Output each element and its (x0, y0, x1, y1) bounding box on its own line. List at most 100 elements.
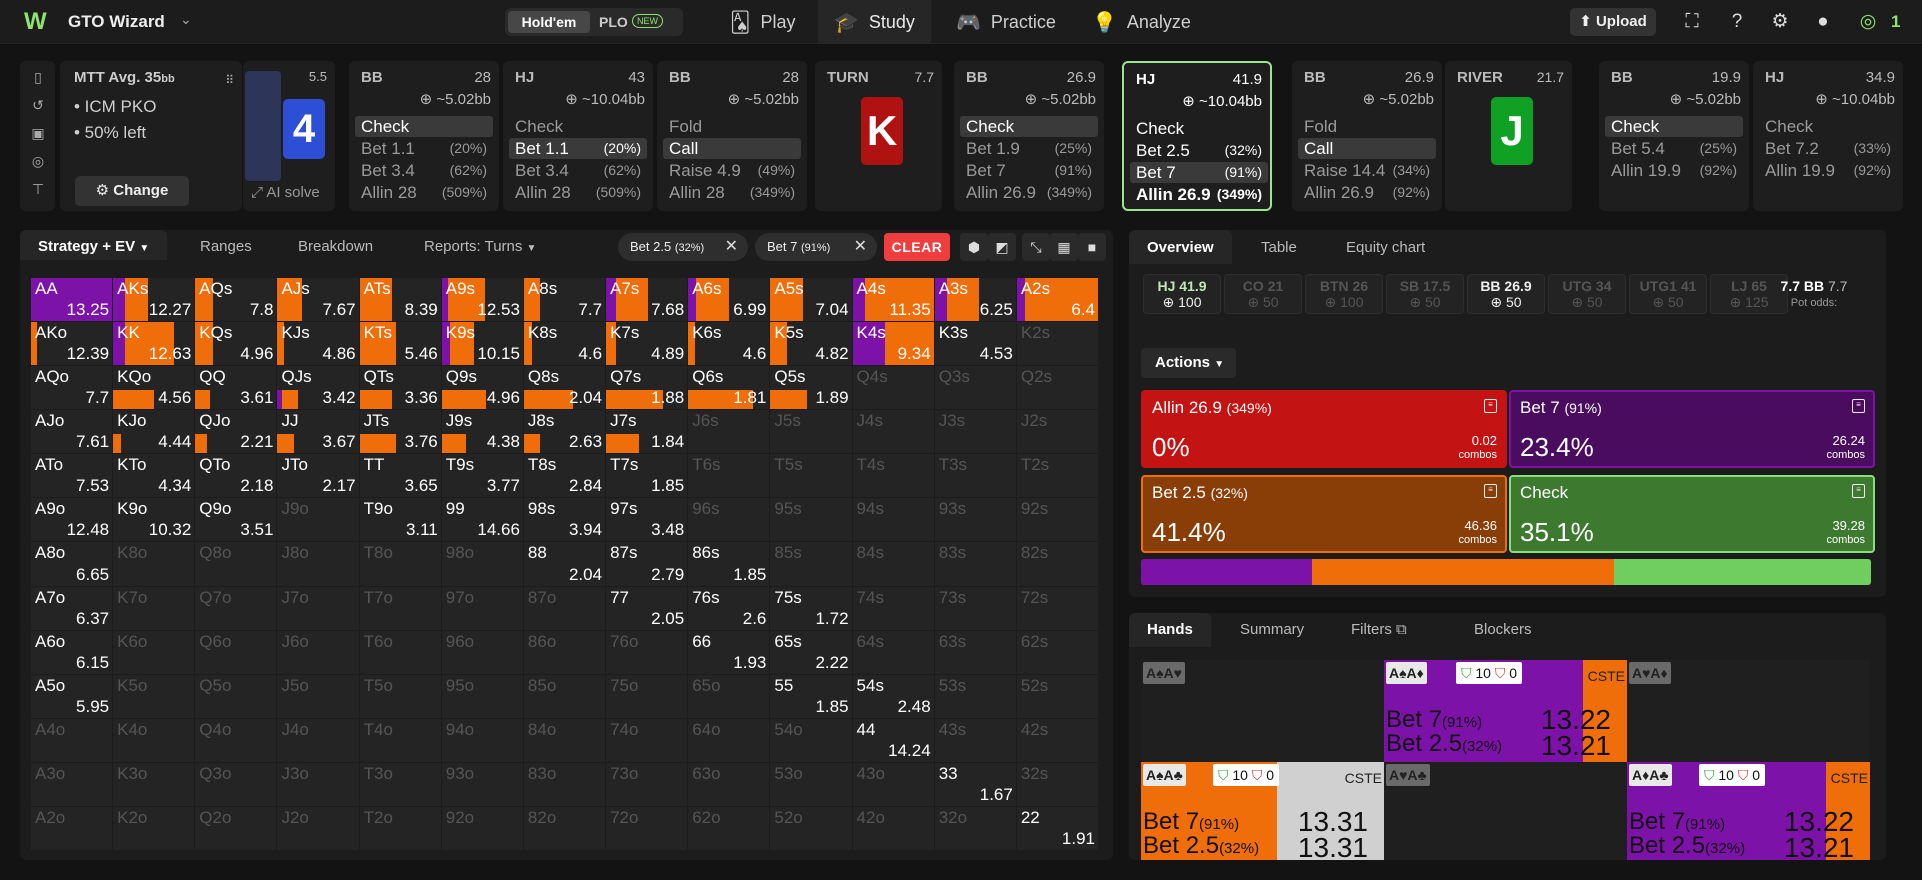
decision-node-bb[interactable]: BB 19.9 ⊕ ~5.02bb Check Bet 5.4 (25%) Allin 19… (1599, 61, 1749, 211)
node-action[interactable]: Check (355, 116, 493, 137)
notes-icon[interactable]: ≡ (1852, 399, 1865, 413)
node-action[interactable]: Check (1130, 118, 1268, 139)
range-cell-q9s[interactable]: Q9s 4.96 (441, 366, 523, 410)
gamepad-icon[interactable]: ◎ (28, 153, 48, 173)
range-cell-54s[interactable]: 54s 2.48 (852, 674, 934, 718)
range-cell-k6s[interactable]: K6s 4.6 (688, 322, 770, 366)
align-icon[interactable]: ⊤ (28, 181, 48, 201)
range-cell-k7s[interactable]: K7s 4.89 (606, 322, 688, 366)
player-seat[interactable]: SB 17.5 ⊕ 50 (1386, 274, 1464, 314)
decision-node-hj[interactable]: HJ 43 ⊕ ~10.04bb Check Bet 1.1 (20%) Bet 3.4 (6… (503, 61, 653, 211)
range-cell-66[interactable]: 66 1.93 (688, 630, 770, 674)
node-action[interactable]: Raise 4.9 (49%) (663, 160, 801, 181)
decision-node-bb[interactable]: BB 26.9 ⊕ ~5.02bb Fold Call Raise 14.4 (34%) Al… (1292, 61, 1442, 211)
range-cell-ato[interactable]: ATo 7.53 (31, 454, 113, 498)
range-cell-43s[interactable]: 43s (934, 718, 1016, 762)
range-cell-52s[interactable]: 52s (1016, 674, 1098, 718)
nav-practice[interactable]: 🎮 Practice (940, 0, 1072, 44)
range-cell-a3s[interactable]: A3s 6.25 (934, 278, 1016, 322)
range-cell-98s[interactable]: 98s 3.94 (523, 498, 606, 542)
wizard-coin-icon[interactable]: ◎ (1856, 10, 1880, 34)
range-cell-jto[interactable]: JTo 2.17 (277, 454, 359, 498)
tab-overview[interactable]: Overview (1129, 230, 1232, 264)
range-cell-j2o[interactable]: J2o (277, 806, 359, 850)
range-cell-a9o[interactable]: A9o 12.48 (31, 498, 113, 542)
range-cell-kqs[interactable]: KQs 4.96 (195, 322, 277, 366)
range-cell-aqo[interactable]: AQo 7.7 (31, 366, 113, 410)
range-cell-q6o[interactable]: Q6o (195, 630, 277, 674)
range-cell-t5o[interactable]: T5o (359, 674, 441, 718)
node-action[interactable]: Fold (663, 116, 801, 137)
range-cell-kts[interactable]: KTs 5.46 (359, 322, 441, 366)
node-action[interactable]: Bet 2.5 (32%) (1130, 140, 1268, 161)
range-cell-tt[interactable]: TT 3.65 (359, 454, 441, 498)
range-cell-jj[interactable]: JJ 3.67 (277, 410, 359, 454)
range-cell-85o[interactable]: 85o (523, 674, 606, 718)
range-cell-86s[interactable]: 86s 1.85 (688, 542, 770, 586)
range-cell-j6o[interactable]: J6o (277, 630, 359, 674)
player-seat[interactable]: BB 26.9 ⊕ 50 (1467, 274, 1545, 314)
player-seat[interactable]: UTG 34 ⊕ 50 (1548, 274, 1626, 314)
street-river[interactable]: RIVER 21.7 J (1445, 61, 1572, 211)
range-cell-75s[interactable]: 75s 1.72 (770, 586, 852, 630)
range-cell-98o[interactable]: 98o (441, 542, 523, 586)
node-action[interactable]: Allin 19.9 (92%) (1759, 160, 1897, 181)
range-cell-j3s[interactable]: J3s (934, 410, 1016, 454)
range-cell-kto[interactable]: KTo 4.34 (113, 454, 195, 498)
range-cell-q4s[interactable]: Q4s (852, 366, 934, 410)
range-cell-k4s[interactable]: K4s 9.34 (852, 322, 934, 366)
range-cell-q6s[interactable]: Q6s 1.81 (688, 366, 770, 410)
range-cell-t7o[interactable]: T7o (359, 586, 441, 630)
range-cell-83s[interactable]: 83s (934, 542, 1016, 586)
hand-combo-cell[interactable]: A♠A♦ ⛉ 10 ⛉ 0 CSTE Bet 7(91%) 13.22 Bet 2.5(3… (1384, 660, 1627, 762)
range-cell-kk[interactable]: KK 12.63 (113, 322, 195, 366)
range-cell-q9o[interactable]: Q9o 3.51 (195, 498, 277, 542)
tab-filters[interactable]: Filters ⧉ (1351, 621, 1407, 638)
range-cell-t9o[interactable]: T9o 3.11 (359, 498, 441, 542)
range-cell-t4o[interactable]: T4o (359, 718, 441, 762)
range-cell-76o[interactable]: 76o (606, 630, 688, 674)
range-cell-a5o[interactable]: A5o 5.95 (31, 674, 113, 718)
range-cell-t6o[interactable]: T6o (359, 630, 441, 674)
range-cell-j5s[interactable]: J5s (770, 410, 852, 454)
action-box-bet-7[interactable]: Bet 7 (91%) ≡ 23.4% 26.24 combos (1509, 390, 1875, 468)
range-cell-k9s[interactable]: K9s 10.15 (441, 322, 523, 366)
square-view-icon[interactable]: ■ (1078, 233, 1106, 261)
player-seat[interactable]: UTG1 41 ⊕ 50 (1629, 274, 1707, 314)
range-cell-k6o[interactable]: K6o (113, 630, 195, 674)
range-cell-q8s[interactable]: Q8s 2.04 (523, 366, 606, 410)
range-cell-95s[interactable]: 95s (770, 498, 852, 542)
range-cell-a5s[interactable]: A5s 7.04 (770, 278, 852, 322)
tab-summary[interactable]: Summary (1240, 621, 1304, 638)
tab-blockers[interactable]: Blockers (1474, 621, 1532, 638)
screenshot-icon[interactable]: ⛶ (1680, 10, 1704, 34)
range-cell-92s[interactable]: 92s (1016, 498, 1098, 542)
range-cell-j3o[interactable]: J3o (277, 762, 359, 806)
range-cell-95o[interactable]: 95o (441, 674, 523, 718)
tab-ranges[interactable]: Ranges (200, 238, 252, 255)
decision-node-bb[interactable]: BB 28 ⊕ ~5.02bb Check Bet 1.1 (20%) Bet 3.4 (62… (349, 61, 499, 211)
nav-study[interactable]: 🎓 Study (818, 0, 931, 44)
range-cell-76s[interactable]: 76s 2.6 (688, 586, 770, 630)
range-cell-j8o[interactable]: J8o (277, 542, 359, 586)
range-cell-qq[interactable]: QQ 3.61 (195, 366, 277, 410)
range-cell-55[interactable]: 55 1.85 (770, 674, 852, 718)
action-box-allin-26-9[interactable]: Allin 26.9 (349%) ≡ 0% 0.02 combos (1141, 390, 1507, 468)
range-cell-kjo[interactable]: KJo 4.44 (113, 410, 195, 454)
range-cell-k5o[interactable]: K5o (113, 674, 195, 718)
node-action[interactable]: Allin 26.9 (92%) (1298, 182, 1436, 203)
range-cell-43o[interactable]: 43o (852, 762, 934, 806)
tab-strategy-ev[interactable]: Strategy + EV ▼ (20, 230, 168, 260)
range-cell-j7o[interactable]: J7o (277, 586, 359, 630)
node-action[interactable]: Fold (1298, 116, 1436, 137)
decision-node-hj[interactable]: HJ 34.9 ⊕ ~10.04bb Check Bet 7.2 (33%) Allin 1… (1753, 61, 1903, 211)
range-cell-k8s[interactable]: K8s 4.6 (523, 322, 606, 366)
node-action[interactable]: Call (663, 138, 801, 159)
range-cell-82s[interactable]: 82s (1016, 542, 1098, 586)
range-cell-q5o[interactable]: Q5o (195, 674, 277, 718)
range-cell-92o[interactable]: 92o (441, 806, 523, 850)
range-cell-j7s[interactable]: J7s 1.84 (606, 410, 688, 454)
range-cell-t8o[interactable]: T8o (359, 542, 441, 586)
node-action[interactable]: Bet 3.4 (62%) (509, 160, 647, 181)
range-cell-k9o[interactable]: K9o 10.32 (113, 498, 195, 542)
